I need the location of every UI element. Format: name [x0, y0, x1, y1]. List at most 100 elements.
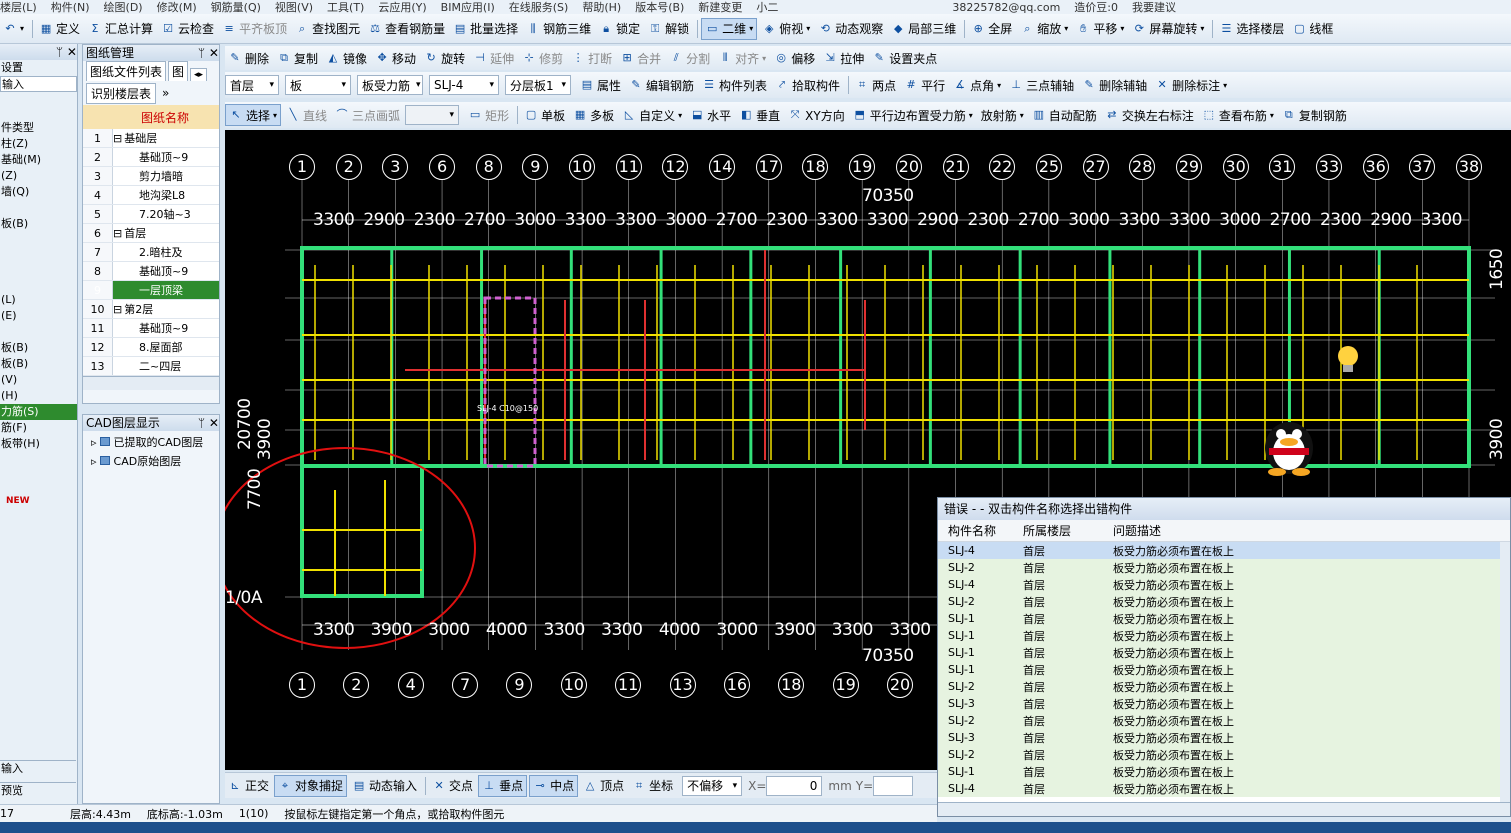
menu-rebar-qty[interactable]: 钢筋量(Q)	[211, 0, 261, 14]
nav-item-blank[interactable]	[0, 200, 77, 216]
lightbulb-icon[interactable]	[1335, 344, 1361, 374]
mirror-button[interactable]: ◭ 镜像	[323, 47, 370, 69]
type-select[interactable]: 板受力筋 ▾	[357, 75, 423, 95]
view-rebar-qty-button[interactable]: ⚖ 查看钢筋量	[365, 18, 448, 40]
three-point-axis-button[interactable]: ⊥ 三点辅轴	[1006, 74, 1077, 96]
perpendicular-snap[interactable]: ⊥ 垂点	[478, 774, 528, 797]
coordinate-snap[interactable]: ⌗ 坐标	[629, 775, 676, 797]
align-slab-top-button[interactable]: ≡ 平齐板顶	[219, 18, 290, 40]
col-component-name[interactable]: 构件名称	[938, 522, 1013, 539]
error-row[interactable]: SLJ-4 首层 板受力筋必须布置在板上	[938, 576, 1510, 593]
layer-extracted[interactable]: ▹ 已提取的CAD图层	[83, 431, 219, 453]
fullscreen-button[interactable]: ⊕ 全屏	[968, 18, 1015, 40]
layer-select[interactable]: 分层板1 ▾	[505, 75, 571, 95]
menu-help[interactable]: 帮助(H)	[582, 0, 621, 14]
nav-bottom-input[interactable]: 输入	[0, 760, 76, 776]
parallel-button[interactable]: # 平行	[901, 74, 948, 96]
feedback-link[interactable]: 我要建议	[1132, 0, 1176, 14]
y-coordinate-input[interactable]	[873, 775, 914, 796]
nav-item-v[interactable]: (V)	[0, 372, 77, 388]
edit-rebar-button[interactable]: ✎ 编辑钢筋	[626, 74, 697, 96]
nav-item-e[interactable]: (E)	[0, 308, 77, 324]
error-row[interactable]: SLJ-4 首层 板受力筋必须布置在板上	[938, 542, 1510, 559]
drawing-list-row[interactable]: 3 剪力墙暗	[83, 167, 219, 186]
copy-rebar-button[interactable]: ⧉ 复制钢筋	[1279, 104, 1350, 126]
category-select[interactable]: 板 ▾	[285, 75, 351, 95]
error-row[interactable]: SLJ-3 首层 板受力筋必须布置在板上	[938, 729, 1510, 746]
error-row[interactable]: SLJ-2 首层 板受力筋必须布置在板上	[938, 593, 1510, 610]
cloud-check-button[interactable]: ☑ 云检查	[158, 18, 217, 40]
object-snap-toggle[interactable]: ⌖ 对象捕捉	[274, 774, 348, 797]
arc-button[interactable]: ⌒ 三点画弧	[332, 104, 403, 126]
xy-direction-button[interactable]: ⤧ XY方向	[785, 104, 848, 126]
error-row[interactable]: SLJ-1 首层 板受力筋必须布置在板上	[938, 661, 1510, 678]
menu-floor[interactable]: 楼层(L)	[0, 0, 37, 14]
pan-button[interactable]: ✋︎ 平移 ▾	[1073, 18, 1127, 40]
set-grip-button[interactable]: ✎ 设置夹点	[869, 47, 940, 69]
custom-button[interactable]: ◺ 自定义 ▾	[619, 104, 685, 126]
vertical-button[interactable]: ◧ 垂直	[736, 104, 783, 126]
drawing-list-row[interactable]: 7 2.暗柱及	[83, 243, 219, 262]
intersect-snap[interactable]: ✕ 交点	[429, 775, 476, 797]
drawing-list-row[interactable]: 5 7.20轴~3	[83, 205, 219, 224]
menu-view[interactable]: 视图(V)	[275, 0, 313, 14]
nav-item-column[interactable]: 柱(Z)	[0, 136, 77, 152]
zoom-button[interactable]: ⌕ 缩放 ▾	[1017, 18, 1071, 40]
nav-item-component-type[interactable]: 件类型	[0, 120, 77, 136]
wireframe-button[interactable]: ▢ 线框	[1289, 18, 1336, 40]
nav-item-input[interactable]: 输入	[0, 76, 77, 92]
select-floor-button[interactable]: ☰ 选择楼层	[1216, 18, 1287, 40]
parallel-edge-button[interactable]: ⬒ 平行边布置受力筋 ▾	[850, 104, 976, 126]
two-point-button[interactable]: ⌗ 两点	[852, 74, 899, 96]
error-row[interactable]: SLJ-1 首层 板受力筋必须布置在板上	[938, 644, 1510, 661]
radial-rebar-button[interactable]: 放射筋 ▾	[978, 104, 1027, 126]
menu-version[interactable]: 版本号(B)	[635, 0, 684, 14]
view-layout-button[interactable]: ⬚ 查看布筋 ▾	[1199, 104, 1277, 126]
nav-item-settings[interactable]: 设置	[0, 60, 77, 76]
rotate-button[interactable]: ↻ 旋转	[421, 47, 468, 69]
nav-item-slab-band[interactable]: 板带(H)	[0, 436, 77, 452]
drawing-list-row[interactable]: 10 ⊟ 第2层	[83, 300, 219, 319]
point-angle-button[interactable]: ∡ 点角 ▾	[950, 74, 1004, 96]
error-vscrollbar[interactable]	[1500, 542, 1510, 802]
auto-rebar-button[interactable]: ▥ 自动配筋	[1029, 104, 1100, 126]
merge-button[interactable]: ⊞ 合并	[617, 47, 664, 69]
menu-draw[interactable]: 绘图(D)	[104, 0, 143, 14]
drawing-list-row[interactable]: 12 8.屋面部	[83, 338, 219, 357]
local-3d-button[interactable]: ◆ 局部三维	[888, 18, 959, 40]
nav-item-wall[interactable]: 墙(Q)	[0, 184, 77, 200]
nav-item-neg-rebar[interactable]: 筋(F)	[0, 420, 77, 436]
nav-bottom-preview[interactable]: 预览	[0, 782, 76, 798]
tab-scroll-icon[interactable]: ◂▸	[190, 68, 208, 81]
col-description[interactable]: 问题描述	[1103, 522, 1510, 539]
col-floor[interactable]: 所属楼层	[1013, 522, 1103, 539]
rect-button[interactable]: ▭ 矩形	[465, 104, 512, 126]
find-element-button[interactable]: ⌕ 查找图元	[292, 18, 363, 40]
tab-drawing-list[interactable]: 图纸文件列表	[86, 61, 167, 81]
error-row[interactable]: SLJ-1 首层 板受力筋必须布置在板上	[938, 627, 1510, 644]
more-icon[interactable]: »	[162, 86, 169, 100]
break-button[interactable]: ⋮ 打断	[568, 47, 615, 69]
single-slab-button[interactable]: ▢ 单板	[521, 104, 568, 126]
coin-balance[interactable]: 造价豆:0	[1074, 0, 1118, 14]
nav-item-slab-b[interactable]: 板(B)	[0, 356, 77, 372]
drawing-list-row[interactable]: 11 基础顶~9	[83, 319, 219, 338]
account-email[interactable]: 38225782@qq.com	[952, 1, 1060, 14]
identify-floor-table-button[interactable]: 识别楼层表	[86, 82, 157, 104]
select-button[interactable]: ↖ 选择 ▾	[225, 104, 282, 126]
dynamic-view-button[interactable]: ⟲ 动态观察	[815, 18, 886, 40]
align-button[interactable]: ⫴ 对齐 ▾	[715, 47, 769, 69]
new-badge[interactable]: NEW	[0, 492, 77, 508]
delete-dim-button[interactable]: ✕ 删除标注 ▾	[1152, 74, 1230, 96]
midpoint-snap[interactable]: ⊸ 中点	[529, 774, 579, 797]
error-row[interactable]: SLJ-1 首层 板受力筋必须布置在板上	[938, 610, 1510, 627]
vertex-snap[interactable]: △ 顶点	[580, 775, 627, 797]
error-row[interactable]: SLJ-2 首层 板受力筋必须布置在板上	[938, 559, 1510, 576]
multi-slab-button[interactable]: ▦ 多板	[570, 104, 617, 126]
drawing-list-row[interactable]: 9 一层顶梁	[83, 281, 219, 300]
menu-tools[interactable]: 工具(T)	[327, 0, 364, 14]
trim-button[interactable]: ⊹ 修剪	[519, 47, 566, 69]
tab-drawing[interactable]: 图	[168, 61, 189, 81]
layer-original[interactable]: ▹ CAD原始图层	[83, 453, 219, 469]
menu-assistant[interactable]: 小二	[756, 0, 778, 14]
